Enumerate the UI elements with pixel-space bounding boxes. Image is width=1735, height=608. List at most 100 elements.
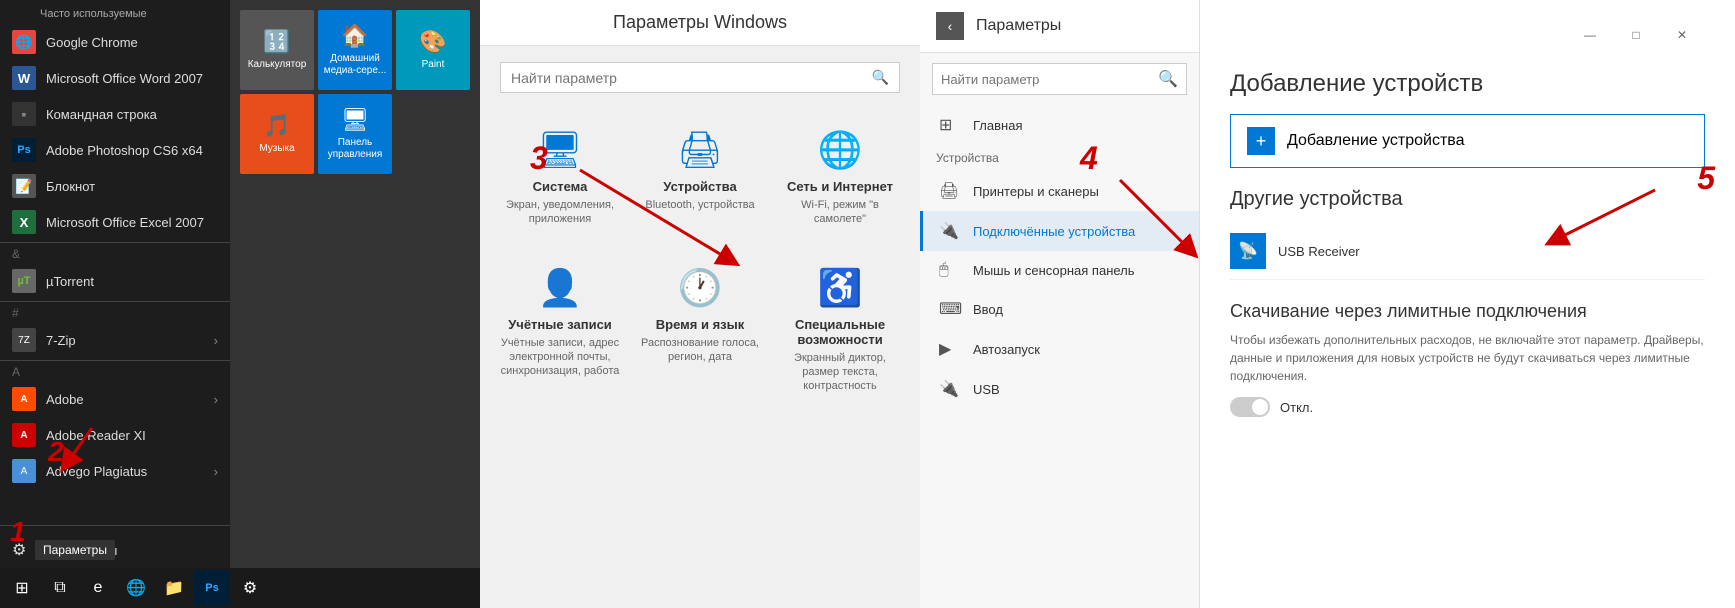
accessibility-desc: Экранный диктор, размер текста, контраст… [780, 351, 900, 394]
time-desc: Распознование голоса, регион, дата [640, 336, 760, 365]
add-device-icon: + [1247, 127, 1275, 155]
utorrent-icon: µT [12, 269, 36, 293]
app-chrome[interactable]: 🌐 Google Chrome [0, 24, 230, 60]
media-tile-icon: 🏠 [341, 23, 368, 49]
settings-accessibility[interactable]: ♿ Специальные возможности Экранный дикто… [770, 247, 910, 414]
params-search-bar[interactable]: 🔍 [932, 63, 1187, 95]
nav-printers[interactable]: 🖨 Принтеры и сканеры [920, 171, 1199, 211]
device-panel: — □ ✕ Добавление устройств + Добавление … [1200, 0, 1735, 608]
home-nav-label: Главная [973, 118, 1022, 133]
edge-button[interactable]: e [80, 570, 116, 606]
network-desc: Wi-Fi, режим "в самолете" [780, 198, 900, 227]
app-excel-label: Microsoft Office Excel 2007 [46, 215, 204, 230]
download-toggle[interactable] [1230, 397, 1270, 417]
printers-nav-icon: 🖨 [939, 181, 963, 201]
app-photoshop-label: Adobe Photoshop CS6 x64 [46, 143, 203, 158]
app-adobe-reader-label: Adobe Reader XI [46, 428, 146, 443]
section-a: A [0, 360, 230, 381]
tile-music[interactable]: 🎵 Музыка [240, 94, 314, 174]
ps-taskbar-btn[interactable]: Ps [194, 570, 230, 606]
connected-nav-icon: 🔌 [939, 221, 963, 241]
chrome-taskbar-btn[interactable]: 🌐 [118, 570, 154, 606]
nav-input[interactable]: ⌨ Ввод [920, 289, 1199, 329]
input-nav-label: Ввод [973, 302, 1003, 317]
app-excel[interactable]: X Microsoft Office Excel 2007 [0, 204, 230, 240]
settings-devices[interactable]: 🖨 Устройства Bluetooth, устройства [630, 109, 770, 247]
chrome-icon: 🌐 [12, 30, 36, 54]
right-panels: ‹ Параметры 🔍 ⊞ Главная Устройства 🖨 При… [920, 0, 1735, 608]
app-utorrent[interactable]: µT µTorrent [0, 263, 230, 299]
app-cmd[interactable]: ▪ Командная строка [0, 96, 230, 132]
paint-tile-label: Paint [422, 59, 445, 71]
app-word[interactable]: W Microsoft Office Word 2007 [0, 60, 230, 96]
settings-time[interactable]: 🕐 Время и язык Распознование голоса, рег… [630, 247, 770, 414]
settings-title: Параметры Windows [480, 0, 920, 46]
windows-settings-wrapper: Параметры Windows 🔍 🖥 Система Экран, уве… [480, 0, 920, 608]
time-name: Время и язык [656, 317, 744, 332]
autorun-nav-label: Автозапуск [973, 342, 1040, 357]
settings-search-bar[interactable]: 🔍 [500, 62, 900, 93]
params-search-input[interactable] [941, 72, 1158, 87]
tile-media[interactable]: 🏠 Домашний медиа-сере... [318, 10, 392, 90]
app-adobe[interactable]: A Adobe [0, 381, 230, 417]
explorer-button[interactable]: 📁 [156, 570, 192, 606]
task-view-button[interactable]: ⧉ [42, 570, 78, 606]
devices-desc: Bluetooth, устройства [645, 198, 754, 212]
panel-tile-icon: 🖥 [341, 107, 369, 133]
time-icon: 🕐 [678, 267, 723, 309]
nav-usb[interactable]: 🔌 USB [920, 369, 1199, 409]
settings-search-input[interactable] [511, 70, 872, 86]
app-adobe-reader[interactable]: A Adobe Reader XI [0, 417, 230, 453]
maximize-button[interactable]: □ [1613, 20, 1659, 50]
settings-item[interactable]: ⚙ Параметры Параметры [0, 532, 230, 568]
nav-home[interactable]: ⊞ Главная [920, 105, 1199, 145]
back-arrow-icon: ‹ [948, 18, 953, 34]
params-back-button[interactable]: ‹ [936, 12, 964, 40]
adobe-icon: A [12, 387, 36, 411]
add-device-button[interactable]: + Добавление устройства [1230, 114, 1705, 168]
system-icon: 🖥 [537, 129, 583, 171]
nav-mouse[interactable]: 🖱 Мышь и сенсорная панель [920, 251, 1199, 289]
app-7zip[interactable]: 7Z 7-Zip [0, 322, 230, 358]
app-utorrent-label: µTorrent [46, 274, 94, 289]
connected-nav-label: Подключённые устройства [973, 224, 1135, 239]
usb-nav-icon: 🔌 [939, 379, 963, 399]
usb-nav-label: USB [973, 382, 1000, 397]
nav-connected-devices[interactable]: 🔌 Подключённые устройства [920, 211, 1199, 251]
params-header: ‹ Параметры [920, 0, 1199, 53]
app-notepad[interactable]: 📝 Блокнот [0, 168, 230, 204]
nav-autorun[interactable]: ▶ Автозапуск [920, 329, 1199, 369]
app-advego[interactable]: A Advego Plagiatus [0, 453, 230, 489]
settings-grid: 🖥 Система Экран, уведомления, приложения… [480, 109, 920, 413]
start-button[interactable]: ⊞ [4, 570, 40, 606]
minimize-button[interactable]: — [1567, 20, 1613, 50]
settings-system[interactable]: 🖥 Система Экран, уведомления, приложения [490, 109, 630, 247]
tile-control-panel[interactable]: 🖥 Панель управления [318, 94, 392, 174]
settings-search-icon: 🔍 [872, 69, 889, 86]
app-7zip-label: 7-Zip [46, 333, 76, 348]
autorun-nav-icon: ▶ [939, 339, 963, 359]
settings-accounts[interactable]: 👤 Учётные записи Учётные записи, адрес э… [490, 247, 630, 414]
add-device-label: Добавление устройства [1287, 132, 1465, 150]
app-notepad-label: Блокнот [46, 179, 95, 194]
params-panel: ‹ Параметры 🔍 ⊞ Главная Устройства 🖨 При… [920, 0, 1200, 608]
tile-calculator[interactable]: 🔢 Калькулятор [240, 10, 314, 90]
accounts-desc: Учётные записи, адрес электронной почты,… [500, 336, 620, 379]
panel-tile-label: Панель управления [318, 137, 392, 161]
settings-network[interactable]: 🌐 Сеть и Интернет Wi-Fi, режим "в самоле… [770, 109, 910, 247]
tile-paint[interactable]: 🎨 Paint [396, 10, 470, 90]
devices-name: Устройства [663, 179, 736, 194]
accessibility-icon: ♿ [818, 267, 863, 309]
close-button[interactable]: ✕ [1659, 20, 1705, 50]
app-photoshop[interactable]: Ps Adobe Photoshop CS6 x64 [0, 132, 230, 168]
advego-icon: A [12, 459, 36, 483]
app-adobe-label: Adobe [46, 392, 84, 407]
mouse-nav-label: Мышь и сенсорная панель [973, 263, 1135, 278]
gear-taskbar-btn[interactable]: ⚙ [232, 570, 268, 606]
settings-tooltip: Параметры [35, 540, 115, 560]
other-devices-title: Другие устройства [1230, 188, 1705, 211]
system-desc: Экран, уведомления, приложения [500, 198, 620, 227]
start-menu-wrapper: Часто используемые 🌐 Google Chrome W Mic… [0, 0, 480, 608]
system-name: Система [533, 179, 588, 194]
accessibility-name: Специальные возможности [780, 317, 900, 347]
